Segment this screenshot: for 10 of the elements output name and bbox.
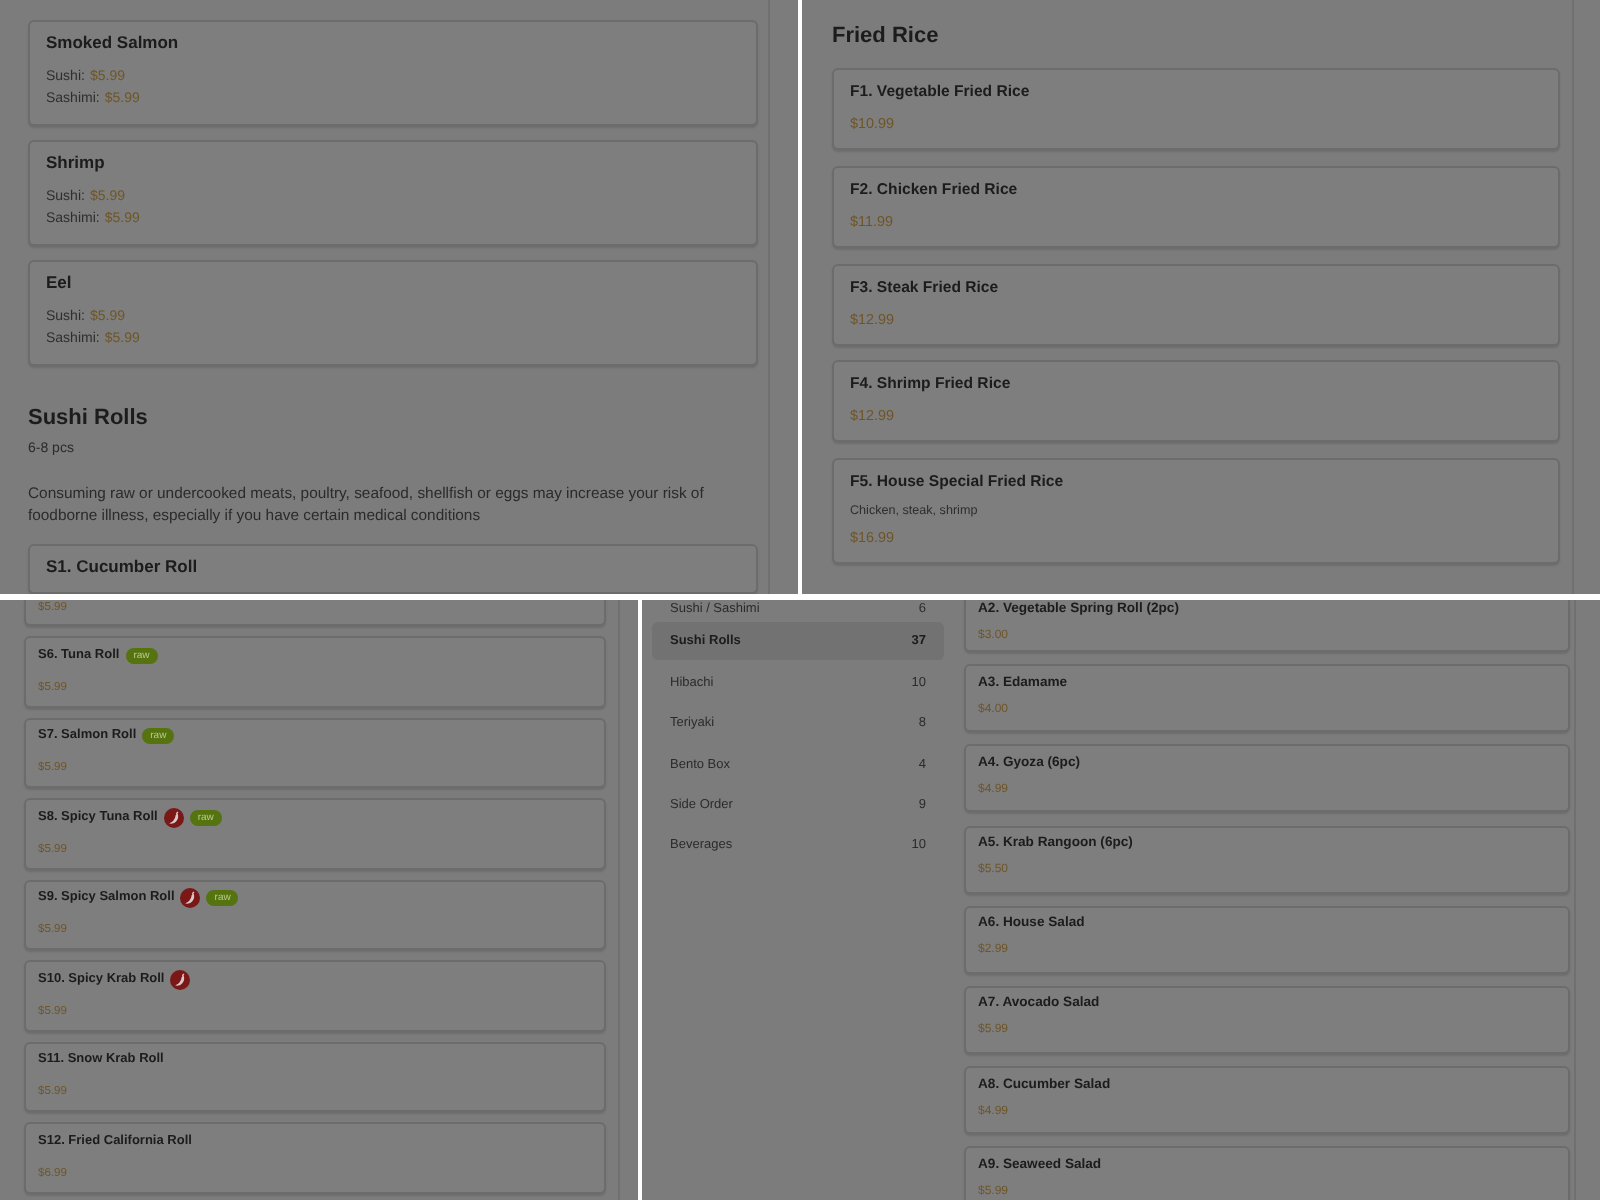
chili-pepper-icon — [180, 888, 201, 908]
section-heading: Sushi Rolls — [28, 404, 148, 432]
section-heading: Fried Rice — [832, 22, 939, 50]
item-name: Eel — [46, 272, 72, 294]
item-name: Smoked Salmon — [46, 32, 179, 54]
item-name: Shrimp — [46, 152, 105, 174]
item-name: S1. Cucumber Roll — [46, 555, 198, 577]
chili-pepper-icon — [163, 807, 184, 827]
menu-item-card[interactable]: S1. Cucumber Roll — [28, 543, 758, 594]
chili-pepper-icon — [170, 969, 191, 989]
